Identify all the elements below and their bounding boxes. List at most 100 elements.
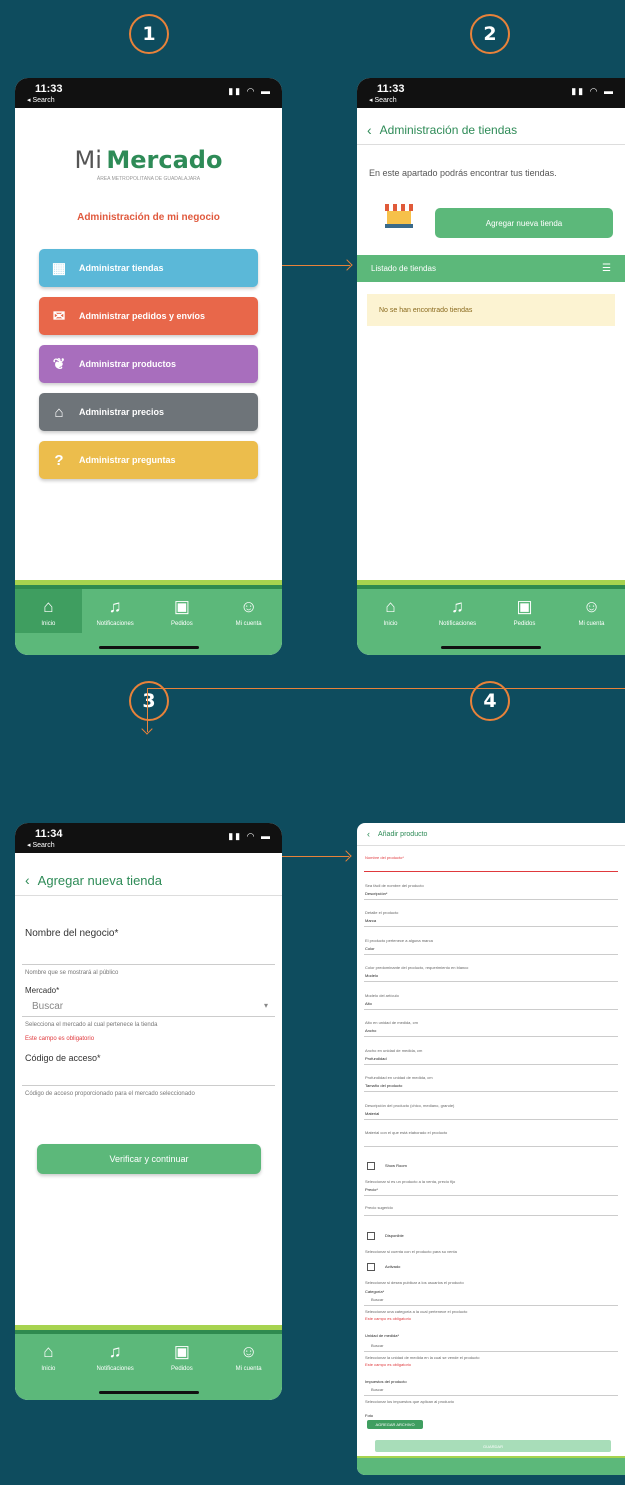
tab-notificaciones[interactable]: ♫ Notificaciones <box>82 597 149 627</box>
home-icon: ⌂ <box>43 1342 54 1361</box>
menu-button-price-tag[interactable]: ⌂ Administrar precios <box>39 393 258 431</box>
home-indicator <box>441 646 541 649</box>
product-field-label: Nombre del producto* <box>365 855 404 860</box>
back-to-search-link[interactable]: ◂ Search <box>27 841 55 849</box>
product-field-value[interactable]: Color <box>365 946 375 951</box>
home-indicator <box>98 1391 199 1394</box>
menu-button-produce[interactable]: ❦ Administrar productos <box>39 345 258 383</box>
price-input[interactable] <box>364 1195 618 1196</box>
access-code-help: Código de acceso proporcionado para el m… <box>25 1091 195 1097</box>
upload-file-button[interactable]: AGREGAR ARCHIVO <box>367 1420 423 1429</box>
product-field-value[interactable]: Descripción* <box>365 891 387 896</box>
disponible-checkbox[interactable] <box>367 1232 375 1240</box>
status-bar: 11:33 ◂ Search ▮▮ ◠ ▬ <box>357 78 625 108</box>
list-title: Listado de tiendas <box>371 264 436 273</box>
product-field-underline <box>364 898 618 900</box>
activado-checkbox[interactable] <box>367 1263 375 1271</box>
menu-button-delivery[interactable]: ✉ Administrar pedidos y envíos <box>39 297 258 335</box>
verify-continue-button[interactable]: Verificar y continuar <box>37 1144 261 1174</box>
connector-horizontal <box>147 688 625 689</box>
tab-mi-cuenta[interactable]: ☺ Mi cuenta <box>215 1342 282 1372</box>
activado-help: Seleccionar si desea publicar a los usua… <box>365 1280 464 1285</box>
bell-icon: ♫ <box>108 1342 122 1361</box>
tab-mi-cuenta[interactable]: ☺ Mi cuenta <box>558 597 625 627</box>
question-icon: ? <box>54 451 64 469</box>
status-time: 11:34 <box>35 828 63 840</box>
tab-notificaciones[interactable]: ♫ Notificaciones <box>424 597 491 627</box>
tab-label: Inicio <box>41 621 56 627</box>
phone-screen-add-product: ‹ Añadir producto Nombre del producto* Se… <box>357 823 625 1475</box>
suggested-price-input[interactable] <box>364 1215 618 1216</box>
chevron-down-icon: ▾ <box>263 1001 268 1010</box>
menu-button-label: Administrar pedidos y envíos <box>79 311 206 321</box>
product-field-value[interactable]: Alto <box>365 1001 372 1006</box>
bag-icon: ▣ <box>173 1342 190 1361</box>
tab-mi-cuenta[interactable]: ☺ Mi cuenta <box>215 597 282 627</box>
menu-button-question[interactable]: ? Administrar preguntas <box>39 441 258 479</box>
business-name-help: Nombre que se mostrará al público <box>25 970 119 976</box>
tab-label: Notificaciones <box>438 621 477 627</box>
screen-header: ‹ Administración de tiendas <box>357 116 625 145</box>
business-name-input[interactable] <box>22 964 275 965</box>
suggested-price-label: Precio sugerido <box>365 1205 393 1210</box>
product-field-underline <box>364 1008 618 1010</box>
product-field-underline <box>364 981 618 982</box>
product-field-label: El producto pertenece a alguna marca <box>365 937 433 943</box>
unit-underline <box>364 1351 618 1352</box>
menu-button-store[interactable]: ▦ Administrar tiendas <box>39 249 258 287</box>
product-field-value[interactable]: Marca <box>365 918 376 923</box>
unit-select[interactable]: Buscar <box>371 1343 383 1348</box>
tab-inicio[interactable]: ⌂ Inicio <box>15 589 82 633</box>
product-field-value[interactable]: Tamaño del producto <box>365 1083 402 1088</box>
intro-text: En este apartado podrás encontrar tus ti… <box>369 168 557 178</box>
store-illustration-icon <box>385 204 413 228</box>
save-button[interactable]: GUARDAR <box>375 1440 611 1452</box>
tab-inicio[interactable]: ⌂ Inicio <box>357 597 424 627</box>
product-field-value[interactable]: Modelo <box>365 973 378 978</box>
page-title: Administración de tiendas <box>379 123 518 137</box>
access-code-input[interactable] <box>22 1085 275 1086</box>
home-indicator <box>98 646 199 649</box>
tab-pedidos[interactable]: ▣ Pedidos <box>149 1342 216 1372</box>
showroom-checkbox[interactable] <box>367 1162 375 1170</box>
phone-screen-new-store: 11:34 ◂ Search ▮▮ ◠ ▬ ‹ Agregar nueva ti… <box>15 823 282 1400</box>
market-select[interactable]: Buscar ▾ <box>32 1001 268 1012</box>
logo: Mi Mercado ÁREA METROPOLITANA DE GUADALA… <box>15 146 282 182</box>
tab-inicio[interactable]: ⌂ Inicio <box>15 1342 82 1372</box>
product-field-value[interactable]: Profundidad <box>365 1056 387 1061</box>
product-field-underline <box>364 1091 618 1092</box>
bell-icon: ♫ <box>108 597 122 616</box>
product-field-underline <box>364 926 618 927</box>
photo-label: Foto <box>365 1413 374 1418</box>
tab-label: Notificaciones <box>96 621 134 627</box>
back-to-search-link[interactable]: ◂ Search <box>27 96 55 104</box>
unit-help: Seleccionar la unidad de medida en la cu… <box>365 1355 480 1360</box>
add-store-button[interactable]: Agregar nueva tienda <box>435 208 613 238</box>
product-field-value[interactable]: Material <box>365 1111 379 1116</box>
store-icon: ▦ <box>51 260 67 277</box>
menu-button-label: Administrar tiendas <box>79 263 164 273</box>
taxes-underline <box>364 1395 618 1396</box>
back-chevron-icon[interactable]: ‹ <box>25 872 30 888</box>
tab-notificaciones[interactable]: ♫ Notificaciones <box>82 1342 149 1372</box>
filter-icon[interactable]: ☰ <box>602 263 611 274</box>
product-field-label: Sea fácil de nombre del producto <box>365 882 424 888</box>
product-field-label: Descripción del producto (chico, mediano… <box>365 1102 455 1108</box>
product-field-label: Ancho en unidad de medida, cm <box>365 1047 423 1053</box>
market-select-underline <box>22 1016 275 1017</box>
back-chevron-icon[interactable]: ‹ <box>367 122 372 138</box>
tab-label: Pedidos <box>171 621 193 627</box>
tab-pedidos[interactable]: ▣ Pedidos <box>149 597 216 627</box>
category-help: Seleccionar una categoría a la cual pert… <box>365 1309 468 1314</box>
tabbar-stripe <box>15 580 282 585</box>
user-icon: ☺ <box>239 597 258 616</box>
unit-error: Este campo es obligatorio <box>365 1362 412 1367</box>
tab-pedidos[interactable]: ▣ Pedidos <box>491 597 558 627</box>
category-select[interactable]: Buscar <box>371 1297 383 1302</box>
taxes-select[interactable]: Buscar <box>371 1387 383 1392</box>
step-2-badge: 2 <box>470 14 510 54</box>
back-chevron-icon[interactable]: ‹ <box>367 829 370 839</box>
tab-label: Mi cuenta <box>235 621 262 627</box>
product-field-value[interactable]: Ancho <box>365 1028 376 1033</box>
back-to-search-link[interactable]: ◂ Search <box>369 96 397 104</box>
